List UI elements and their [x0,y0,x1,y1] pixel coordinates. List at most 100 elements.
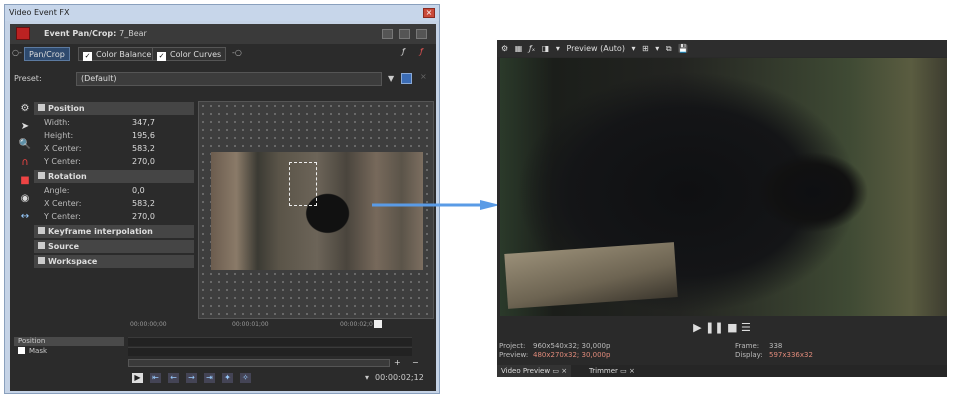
mask-keyframe-lane[interactable] [128,347,412,356]
zoom-in-icon[interactable]: + [394,358,401,367]
zoom-out-icon[interactable]: − [412,358,419,367]
chevron-down-icon[interactable]: ▾ [631,44,635,53]
pause-icon[interactable]: ❚❚ [705,321,723,334]
chevron-down-icon[interactable]: ▼ [388,74,394,83]
expand-icon [38,242,45,249]
add-keyframe-icon[interactable]: ✦ [222,373,233,383]
tick-label: 00:00:01;00 [232,321,269,328]
rotation-y-center-label: Y Center: [44,212,81,221]
zoom-icon[interactable]: 🔍 [18,138,32,151]
close-icon[interactable]: × [561,367,567,375]
height-value[interactable]: 195,6 [132,129,155,142]
external-monitor-icon[interactable]: ▦ [515,44,523,53]
section-label: Position [48,104,85,113]
timeline-scrollbar[interactable] [128,359,390,367]
lock-aspect-icon[interactable]: ■ [18,174,32,187]
track-position[interactable]: Position [14,337,124,346]
copy-snapshot-icon[interactable]: ⧉ [666,44,672,53]
split-screen-icon[interactable]: ◨ [542,44,550,53]
move-freely-icon[interactable]: ◉ [18,192,32,205]
pan-crop-canvas[interactable] [198,101,434,319]
previous-keyframe-icon[interactable]: ← [168,373,179,383]
preset-dropdown[interactable]: (Default) [76,72,382,86]
rotation-x-center-value[interactable]: 583,2 [132,197,155,210]
tab-trimmer[interactable]: Trimmer ▭ × [585,365,639,377]
rotation-section[interactable]: Rotation [34,170,194,183]
close-button[interactable]: × [423,8,435,18]
remove-fx-icon[interactable]: ƒ [420,47,423,56]
first-keyframe-icon[interactable]: ⇤ [150,373,161,383]
fx-chain: ○- Pan/Crop ✓ Color Balance ✓ Color Curves… [10,46,436,62]
event-name: 7_Bear [119,29,147,38]
preview-value: 480x270x32; 30,000p [533,351,611,359]
window-icon[interactable]: ▭ [552,367,559,375]
sync-cursor-icon[interactable]: ▶ [132,373,143,383]
next-keyframe-icon[interactable]: → [186,373,197,383]
marker-icon: ▾ [365,373,370,382]
plugin-chain-icon[interactable]: ƒ [402,47,405,56]
horizontal-move-icon[interactable]: ↔ [18,210,32,223]
rotation-y-center-value[interactable]: 270,0 [132,210,155,223]
preview-quality-dropdown[interactable]: Preview (Auto) [566,44,625,53]
position-keyframe-lane[interactable] [128,337,412,346]
magnet-icon[interactable]: ∩ [18,156,32,169]
chain-item-color-curves[interactable]: ✓ Color Curves [152,47,227,61]
delete-preset-icon[interactable]: × [420,72,427,81]
checkbox-checked-icon[interactable]: ✓ [157,52,166,61]
preview-info: Project: 960x540x32; 30,000p Preview: 48… [499,342,947,364]
keyframe-interpolation-section[interactable]: Keyframe interpolation [34,225,194,238]
stop-icon[interactable]: ■ [727,321,737,334]
preset-row: Preset: (Default) ▼ × [10,72,436,86]
playhead-icon[interactable] [374,320,382,328]
gear-icon[interactable]: ⚙ [18,102,32,115]
chevron-down-icon[interactable]: ▾ [655,44,659,53]
checkbox-checked-icon[interactable]: ✓ [83,52,92,61]
play-icon[interactable]: ▶ [693,321,701,334]
chain-item-label: Color Balance [96,50,152,59]
workspace-section[interactable]: Workspace [34,255,194,268]
pointer-icon[interactable]: ➤ [18,120,32,133]
window-icon[interactable]: ▭ [620,367,627,375]
project-label: Project: [499,342,526,350]
fx-header: Event Pan/Crop: 7_Bear [10,24,436,44]
delete-keyframe-icon[interactable]: ✧ [240,373,251,383]
display-label: Display: [735,351,763,359]
properties-panel: Position Width: 347,7 Height: 195,6 X Ce… [34,102,194,272]
cursor-time[interactable]: 00:00:02;12 [375,373,424,382]
bypass-button[interactable] [382,29,393,39]
chevron-down-icon[interactable]: ▾ [556,44,560,53]
options-button[interactable] [399,29,410,39]
video-preview-window: ⚙ ▦ ƒₓ ◨ ▾ Preview (Auto) ▾ ⊞ ▾ ⧉ 💾 ▶ ❚❚… [497,40,947,377]
width-value[interactable]: 347,7 [132,116,155,129]
fx-icon[interactable]: ƒₓ [529,44,535,53]
tick-label: 00:00:00;00 [130,321,167,328]
last-keyframe-icon[interactable]: ⇥ [204,373,215,383]
chain-item-color-balance[interactable]: ✓ Color Balance [78,47,157,61]
y-center-value[interactable]: 270,0 [132,155,155,168]
chain-item-pan-crop[interactable]: Pan/Crop [24,47,70,61]
overlays-icon[interactable]: ⊞ [642,44,649,53]
chain-end-icon: -○ [232,48,242,57]
crop-frame[interactable] [289,162,317,206]
save-snapshot-icon[interactable]: 💾 [678,44,688,53]
save-preset-icon[interactable] [401,73,412,84]
x-center-value[interactable]: 583,2 [132,142,155,155]
collapse-icon [38,172,45,179]
source-section[interactable]: Source [34,240,194,253]
close-icon[interactable]: × [629,367,635,375]
track-mask[interactable]: Mask [14,347,124,356]
angle-value[interactable]: 0,0 [132,184,145,197]
section-label: Keyframe interpolation [48,227,153,236]
tab-label: Trimmer [589,367,618,375]
gear-icon[interactable]: ⚙ [501,44,508,53]
height-label: Height: [44,131,74,140]
tick-label: 00:00:02;0 [340,321,373,328]
track-label: Mask [29,347,48,355]
checkbox-icon[interactable] [18,347,25,354]
tab-video-preview[interactable]: Video Preview ▭ × [497,365,572,377]
position-section[interactable]: Position [34,102,194,115]
remove-button[interactable] [416,29,427,39]
menu-icon[interactable]: ☰ [741,321,751,334]
timeline-ruler[interactable]: 00:00:00;00 00:00:01;00 00:00:02;0 [128,320,418,333]
angle-label: Angle: [44,186,70,195]
